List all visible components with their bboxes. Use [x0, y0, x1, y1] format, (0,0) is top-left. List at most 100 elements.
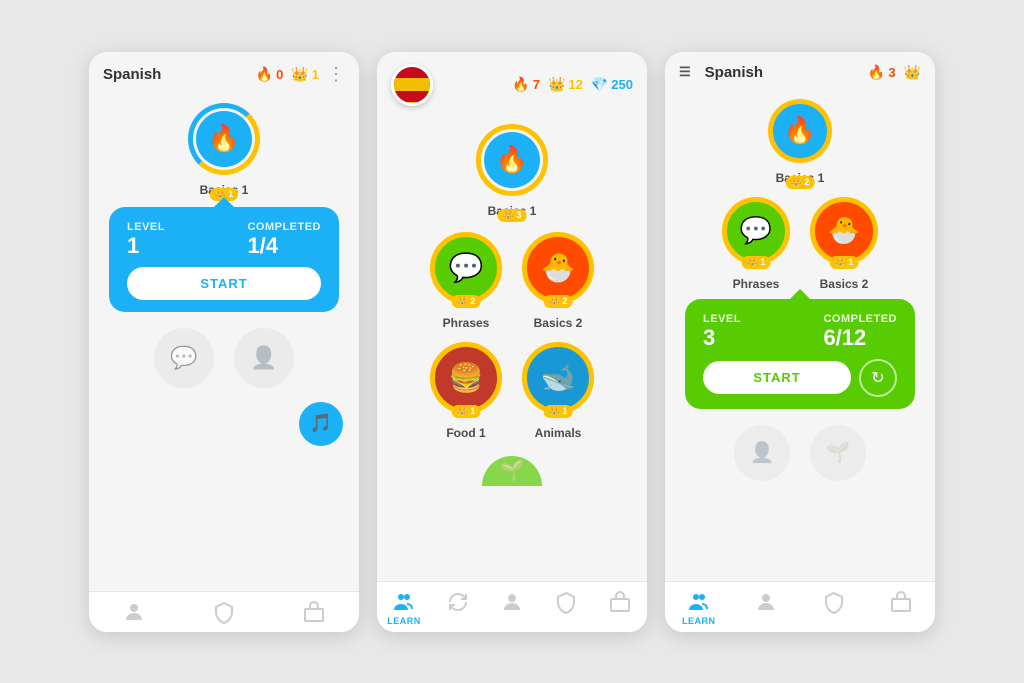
- header-title-3: Spanish: [705, 64, 860, 81]
- faded-node-1a: 💬: [154, 328, 214, 388]
- basics2-label-3: Basics 2: [820, 277, 869, 291]
- nav-learn-1[interactable]: [89, 600, 179, 626]
- faded-inner-1a: 💬: [154, 328, 214, 388]
- faded-node-1b: 👤: [234, 328, 294, 388]
- completed-value-1: 1/4: [247, 233, 321, 259]
- faded-nodes-3: 👤 🌱: [734, 425, 866, 481]
- streak-value-3: 3: [888, 65, 895, 80]
- bottom-nav-1: [89, 591, 359, 632]
- basics1-ring-1: 🔥: [188, 103, 260, 175]
- faded-inner-1b: 👤: [234, 328, 294, 388]
- basics1-node-3[interactable]: 🔥 👑 2 Basics 1: [768, 99, 832, 185]
- phone-screen-1: Spanish 🔥 0 👑 1 ⋮ 🔥 👑1 Basics 1: [89, 52, 359, 632]
- basics1-node-2[interactable]: 🔥 👑 3 Basics 1: [476, 124, 548, 218]
- popup-level-3: Level 3: [703, 313, 741, 351]
- crown-icon-1: 👑: [291, 66, 308, 83]
- basics2-item-2[interactable]: 🐣 👑 2 Basics 2: [522, 232, 594, 330]
- crown-icon-2: 👑: [548, 76, 565, 93]
- partial-inner-2: 🌱: [482, 456, 542, 486]
- phrases-item-2[interactable]: 💬 👑 2 Phrases: [430, 232, 502, 330]
- food-ring-2: 🍔: [430, 342, 502, 414]
- hamburger-icon-3[interactable]: ☰: [679, 64, 691, 80]
- level-label-1: Level: [127, 221, 165, 233]
- start-button-3[interactable]: START: [703, 361, 851, 394]
- basics2-node-2: 🐣 👑 2: [522, 232, 594, 304]
- popup-completed-3: Completed 6/12: [823, 313, 897, 351]
- nav-shop-3[interactable]: [868, 590, 936, 626]
- food-item-2[interactable]: 🍔 👑 1 Food 1: [430, 342, 502, 440]
- nav-shop-1[interactable]: [269, 600, 359, 626]
- nav-person-2[interactable]: [485, 590, 539, 626]
- header-title-1: Spanish: [103, 66, 248, 83]
- level-value-1: 1: [127, 233, 165, 259]
- basics1-crown-2: 👑 3: [498, 209, 527, 222]
- basics1-ring-2: 🔥: [476, 124, 548, 196]
- learn-icon-3: [687, 590, 711, 614]
- streak-value-2: 7: [533, 77, 540, 92]
- learn-icon-2: [392, 590, 416, 614]
- basics2-node-3: 🐣 👑 1: [810, 197, 878, 265]
- music-btn-1[interactable]: 🎵: [299, 402, 343, 446]
- phrases-label-3: Phrases: [733, 277, 780, 291]
- nav-shield-1[interactable]: [179, 600, 269, 626]
- level-value-3: 3: [703, 325, 741, 351]
- phrases-crown-3: 👑 1: [742, 256, 771, 269]
- shop-icon-1: [302, 600, 326, 624]
- phrases-ring-3: 💬: [722, 197, 790, 265]
- nav-label-learn-2: LEARN: [387, 616, 421, 626]
- crown-stat-2: 👑 12: [548, 76, 583, 93]
- basics2-ring-3: 🐣: [810, 197, 878, 265]
- header-1: Spanish 🔥 0 👑 1 ⋮: [89, 52, 359, 93]
- basics1-crown-3: 👑 2: [786, 176, 815, 189]
- phone-screen-2: 🔥 7 👑 12 💎 250 🔥 👑 3 Basics 1: [377, 52, 647, 632]
- gem-value-2: 250: [611, 77, 633, 92]
- basics2-ring-2: 🐣: [522, 232, 594, 304]
- food-crown-2: 👑 1: [452, 405, 481, 418]
- gem-icon-2: 💎: [591, 76, 608, 93]
- crown-stat-3: 👑: [904, 64, 921, 81]
- nav-refresh-2[interactable]: [431, 590, 485, 626]
- basics2-crown-3: 👑 1: [830, 256, 859, 269]
- nav-person-3[interactable]: [733, 590, 801, 626]
- nav-learn-3[interactable]: Learn: [665, 590, 733, 626]
- animals-item-2[interactable]: 🐋 👑 1 Animals: [522, 342, 594, 440]
- animals-label-2: Animals: [535, 426, 582, 440]
- shield-icon-2: [554, 590, 578, 614]
- fire-icon-2: 🔥: [512, 76, 529, 93]
- home-icon-1: [122, 600, 146, 624]
- streak-stat-2: 🔥 7: [512, 76, 540, 93]
- scroll-content-2: 🔥 👑 3 Basics 1 💬 👑 2 Phrases: [377, 114, 647, 581]
- basics2-item-3[interactable]: 🐣 👑 1 Basics 2: [810, 197, 878, 291]
- nav-shield-3[interactable]: [800, 590, 868, 626]
- completed-value-3: 6/12: [823, 325, 897, 351]
- food-node-2: 🍔 👑 1: [430, 342, 502, 414]
- level-label-3: Level: [703, 313, 741, 325]
- popup-card-3: Level 3 Completed 6/12 START ↻: [685, 299, 915, 409]
- nav-shield-2[interactable]: [539, 590, 593, 626]
- basics1-node-wrap-1[interactable]: 🔥 👑1 Basics 1: [188, 103, 260, 197]
- flag-yellow-mid: [394, 78, 430, 90]
- menu-dots-1[interactable]: ⋮: [327, 64, 345, 85]
- phone-screen-3: ☰ Spanish 🔥 3 👑 🔥 👑 2 Basics 1: [665, 52, 935, 632]
- scroll-content-1: 🔥 👑1 Basics 1 Level 1 Completed 1/4: [89, 93, 359, 591]
- nav-shop-2[interactable]: [593, 590, 647, 626]
- nav-learn-2[interactable]: LEARN: [377, 590, 431, 626]
- start-button-1[interactable]: START: [127, 267, 321, 300]
- phrases-node-2: 💬 👑 2: [430, 232, 502, 304]
- btn-row-3: START ↻: [703, 359, 897, 397]
- refresh-btn-3[interactable]: ↻: [859, 359, 897, 397]
- flag-red-top: [394, 67, 430, 79]
- shield-icon-1: [212, 600, 236, 624]
- nav-label-learn-3: Learn: [682, 616, 716, 626]
- popup-row-3: Level 3 Completed 6/12: [703, 313, 897, 351]
- popup-level-1: Level 1: [127, 221, 165, 259]
- gem-stat-2: 💎 250: [591, 76, 633, 93]
- crown-stat-1: 👑 1: [291, 66, 319, 83]
- phrases-item-3[interactable]: 💬 👑 1 Phrases: [722, 197, 790, 291]
- person-icon-2: [500, 590, 524, 614]
- crown-value-2: 12: [568, 77, 582, 92]
- shop-icon-3: [889, 590, 913, 614]
- basics1-inner-2: 🔥: [484, 132, 540, 188]
- completed-label-1: Completed: [247, 221, 321, 233]
- music-icon-1: 🎵: [299, 402, 343, 446]
